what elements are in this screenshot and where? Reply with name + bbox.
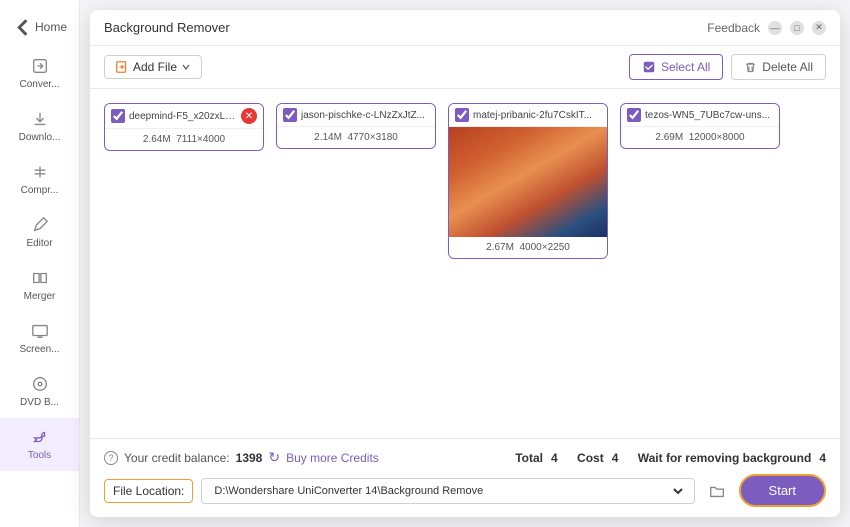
image-card[interactable]: jason-pischke-c-LNzZxJtZ... 2.14M 4770×3…: [276, 103, 436, 149]
footer-bottom: File Location: D:\Wondershare UniConvert…: [104, 474, 826, 507]
sidebar-item-label: DVD B...: [20, 397, 59, 408]
sidebar-back-label: Home: [35, 20, 67, 34]
sidebar-item-label: Downlo...: [19, 132, 61, 143]
card-checkbox[interactable]: [627, 108, 641, 122]
credit-value: 1398: [236, 451, 263, 465]
card-filename: matej-pribanic-2fu7CskIT...: [473, 110, 601, 121]
delete-all-button[interactable]: Delete All: [731, 54, 826, 80]
select-all-button[interactable]: Select All: [629, 54, 723, 80]
sidebar-item-download[interactable]: Downlo...: [0, 100, 79, 153]
sidebar-item-editor[interactable]: Editor: [0, 206, 79, 259]
dropdown-arrow-icon: [181, 62, 191, 72]
card-header: jason-pischke-c-LNzZxJtZ...: [277, 104, 435, 127]
add-file-icon: [115, 60, 129, 74]
dialog-titlebar: Background Remover Feedback — □ ✕: [90, 10, 840, 46]
dialog-title: Background Remover: [104, 20, 230, 35]
add-file-label: Add File: [133, 60, 177, 74]
refresh-icon[interactable]: ↻: [268, 449, 280, 466]
delete-all-label: Delete All: [762, 60, 813, 74]
footer-info: ? Your credit balance: 1398 ↻ Buy more C…: [104, 449, 826, 466]
sidebar-item-label: Compr...: [21, 185, 59, 196]
folder-icon: [708, 482, 726, 500]
sidebar-item-label: Merger: [24, 291, 56, 302]
card-remove-button[interactable]: ✕: [241, 108, 257, 124]
sidebar-item-screen[interactable]: Screen...: [0, 312, 79, 365]
sidebar: Home Conver... Downlo... Compr... Editor…: [0, 0, 80, 527]
image-card[interactable]: tezos-WN5_7UBc7cw-uns... 2.69M 12000×800…: [620, 103, 780, 149]
wait-value: 4: [819, 451, 826, 465]
info-icon: ?: [104, 451, 118, 465]
minimize-button[interactable]: —: [768, 21, 782, 35]
sidebar-item-convert[interactable]: Conver...: [0, 47, 79, 100]
dialog-footer: ? Your credit balance: 1398 ↻ Buy more C…: [90, 438, 840, 517]
image-card[interactable]: matej-pribanic-2fu7CskIT... 2.67M 4000×2…: [448, 103, 608, 259]
card-image: [449, 127, 607, 237]
buy-credits-link[interactable]: Buy more Credits: [286, 451, 379, 465]
card-checkbox[interactable]: [455, 108, 469, 122]
wait-label: Wait for removing background: [638, 451, 812, 465]
dialog-controls: Feedback — □ ✕: [707, 21, 826, 35]
card-filename: deepmind-F5_x20zxLEI-u...: [129, 111, 237, 122]
card-checkbox[interactable]: [111, 109, 125, 123]
credit-label: Your credit balance:: [124, 451, 230, 465]
sidebar-item-label: Screen...: [19, 344, 59, 355]
feedback-link[interactable]: Feedback: [707, 21, 760, 35]
card-header: tezos-WN5_7UBc7cw-uns...: [621, 104, 779, 127]
sidebar-item-label: Conver...: [19, 79, 59, 90]
sidebar-item-compress[interactable]: Compr...: [0, 153, 79, 206]
card-header: deepmind-F5_x20zxLEI-u... ✕: [105, 104, 263, 129]
card-info: 2.14M 4770×3180: [277, 127, 435, 148]
card-info: 2.64M 7111×4000: [105, 129, 263, 150]
delete-icon: [744, 61, 757, 74]
sidebar-item-label: Editor: [26, 238, 52, 249]
total-value: 4: [551, 451, 558, 465]
add-file-button[interactable]: Add File: [104, 55, 202, 79]
maximize-button[interactable]: □: [790, 21, 804, 35]
browse-folder-button[interactable]: [703, 477, 731, 505]
card-filename: jason-pischke-c-LNzZxJtZ...: [301, 110, 429, 121]
card-filename: tezos-WN5_7UBc7cw-uns...: [645, 110, 773, 121]
cost-value: 4: [612, 451, 619, 465]
sidebar-item-label: Tools: [28, 450, 51, 461]
image-card[interactable]: deepmind-F5_x20zxLEI-u... ✕ Click to che…: [104, 103, 264, 151]
background-remover-dialog: Background Remover Feedback — □ ✕ Add Fi…: [90, 10, 840, 517]
file-path-select[interactable]: D:\Wondershare UniConverter 14\Backgroun…: [210, 484, 685, 498]
card-checkbox[interactable]: [283, 108, 297, 122]
sidebar-item-merger[interactable]: Merger: [0, 259, 79, 312]
select-all-label: Select All: [661, 60, 710, 74]
main-area: Background Remover Feedback — □ ✕ Add Fi…: [80, 0, 850, 527]
sidebar-back-button[interactable]: Home: [0, 8, 79, 47]
toolbar-right: Select All Delete All: [629, 54, 826, 80]
close-button[interactable]: ✕: [812, 21, 826, 35]
card-info: 2.69M 12000×8000: [621, 127, 779, 148]
total-label: Total: [515, 451, 543, 465]
file-location-label: File Location:: [104, 479, 193, 503]
sidebar-item-dvd[interactable]: DVD B...: [0, 365, 79, 418]
start-button[interactable]: Start: [739, 474, 826, 507]
file-location-selector[interactable]: D:\Wondershare UniConverter 14\Backgroun…: [201, 478, 694, 504]
footer-stats: Total 4 Cost 4 Wait for removing backgro…: [515, 451, 826, 465]
checkbox-icon: [642, 60, 656, 74]
card-header: matej-pribanic-2fu7CskIT...: [449, 104, 607, 127]
cost-label: Cost: [577, 451, 604, 465]
image-grid: deepmind-F5_x20zxLEI-u... ✕ Click to che…: [90, 89, 840, 438]
toolbar-left: Add File: [104, 55, 202, 79]
card-info: 2.67M 4000×2250: [449, 237, 607, 258]
dialog-toolbar: Add File Select All: [90, 46, 840, 89]
sidebar-item-tools[interactable]: Tools: [0, 418, 79, 471]
